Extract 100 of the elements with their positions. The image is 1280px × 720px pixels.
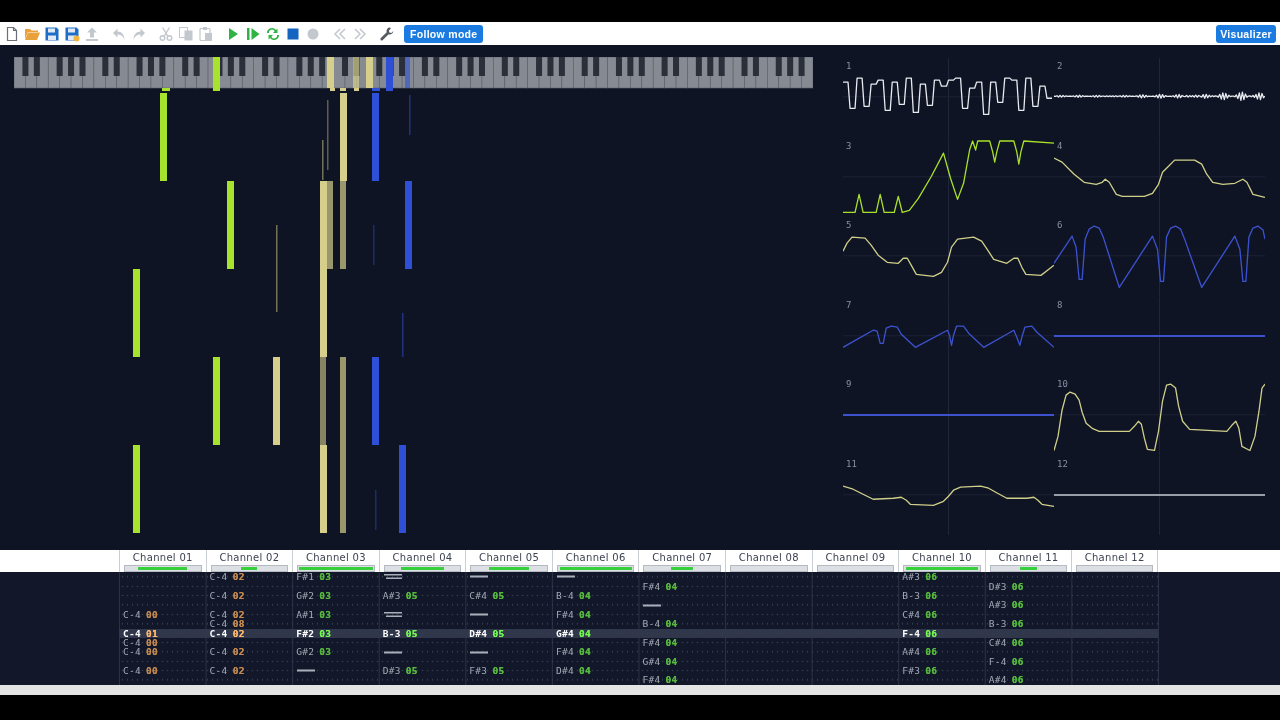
note-text: F-4 bbox=[988, 656, 1007, 667]
instrument-number: 03 bbox=[319, 590, 332, 601]
dash-icon bbox=[297, 668, 316, 674]
instrument-number: 05 bbox=[405, 590, 418, 601]
note-text: C-4 bbox=[209, 647, 228, 657]
dash-icon bbox=[470, 611, 489, 617]
instrument-number: 02 bbox=[232, 647, 245, 657]
note-text: G#4 bbox=[555, 628, 574, 638]
note-text: B-3 bbox=[988, 619, 1007, 629]
note-text: C-4 bbox=[123, 647, 142, 657]
instrument-number: 04 bbox=[665, 581, 678, 591]
note-text: F#4 bbox=[642, 581, 661, 591]
instrument-number: 04 bbox=[665, 619, 678, 629]
instrument-number: 03 bbox=[319, 628, 332, 638]
note-text: F#4 bbox=[642, 637, 661, 648]
note-text: F#2 bbox=[296, 628, 315, 638]
instrument-number: 05 bbox=[405, 666, 418, 676]
pattern-row[interactable]: C-4 00 C-4 02 G#2 03 F#4 04 A#4 06 bbox=[119, 647, 1158, 657]
note-text: B-4 bbox=[555, 590, 574, 601]
pattern-row[interactable]: F#4 04 D#3 06 bbox=[119, 581, 1158, 591]
note-text: A#4 bbox=[902, 647, 921, 657]
pattern-row[interactable]: C-4 00 C-4 02 D#3 05 F#3 05 D#4 04 F#3 06 bbox=[119, 666, 1158, 676]
instrument-number: 05 bbox=[492, 590, 505, 601]
scope-number: 6 bbox=[1057, 220, 1063, 230]
note-text: B-4 bbox=[642, 619, 661, 629]
scope-number: 11 bbox=[846, 458, 857, 469]
note-text: C-4 bbox=[209, 628, 228, 638]
instrument-number: 04 bbox=[578, 609, 591, 620]
instrument-number: 02 bbox=[232, 628, 245, 638]
instrument-number: 03 bbox=[319, 572, 332, 582]
instrument-number: 04 bbox=[665, 656, 678, 667]
note-text: D#3 bbox=[988, 581, 1007, 591]
pattern-row[interactable]: C-4 01 C-4 02 F#2 03 B-3 05 D#4 05 G#4 04 F-4 06 bbox=[119, 628, 1158, 638]
instrument-number: 06 bbox=[1011, 619, 1024, 629]
instrument-number: 06 bbox=[1011, 656, 1024, 667]
instrument-number: 06 bbox=[925, 590, 938, 601]
note-text: F#1 bbox=[296, 572, 315, 582]
pattern-row[interactable]: C-4 08 B-4 04 B-3 06 bbox=[119, 619, 1158, 629]
scope-number: 3 bbox=[846, 140, 852, 151]
dash-icon bbox=[470, 649, 489, 655]
double-dash-icon bbox=[383, 574, 402, 580]
instrument-number: 06 bbox=[1011, 581, 1024, 591]
note-text: F#4 bbox=[555, 647, 574, 657]
instrument-number: 02 bbox=[232, 572, 245, 582]
scope-number: 10 bbox=[1057, 379, 1068, 389]
pattern-row[interactable]: C-4 00 C-4 02 A#1 03 F#4 04 C#4 06 bbox=[119, 609, 1158, 620]
instrument-number: 00 bbox=[146, 666, 159, 676]
scope-number: 5 bbox=[846, 220, 852, 230]
note-text: G#2 bbox=[296, 647, 315, 657]
instrument-number: 08 bbox=[232, 619, 245, 629]
pattern-row[interactable]: C-4 00 F#4 04 C#4 06 bbox=[119, 637, 1158, 648]
note-text: C-4 bbox=[209, 666, 228, 676]
visualizer-button[interactable]: Visualizer bbox=[1216, 24, 1276, 43]
note-text: C-4 bbox=[209, 590, 228, 601]
note-text: G#4 bbox=[642, 656, 661, 667]
scope-number: 8 bbox=[1057, 299, 1063, 310]
note-text: C#4 bbox=[469, 590, 488, 601]
scope-number: 9 bbox=[846, 379, 852, 389]
instrument-number: 06 bbox=[1011, 637, 1024, 648]
horizontal-scrollbar[interactable] bbox=[0, 685, 1280, 695]
note-text: C-4 bbox=[123, 666, 142, 676]
note-text: D#3 bbox=[382, 666, 401, 676]
scope-number: 12 bbox=[1057, 458, 1068, 469]
pattern-row[interactable]: G#4 04 F-4 06 bbox=[119, 656, 1158, 667]
pattern-row[interactable]: A#3 06 bbox=[119, 600, 1158, 610]
instrument-number: 04 bbox=[665, 675, 678, 685]
instrument-number: 05 bbox=[492, 628, 505, 638]
instrument-number: 02 bbox=[232, 609, 245, 620]
instrument-number: 00 bbox=[146, 609, 159, 620]
note-text: C#4 bbox=[902, 609, 921, 620]
note-text: F#3 bbox=[469, 666, 488, 676]
scope-number: 7 bbox=[846, 299, 852, 310]
instrument-number: 04 bbox=[578, 647, 591, 657]
instrument-number: 04 bbox=[578, 590, 591, 601]
instrument-number: 05 bbox=[405, 628, 418, 638]
instrument-number: 06 bbox=[925, 609, 938, 620]
note-text: A#1 bbox=[296, 609, 315, 620]
follow-mode-button[interactable]: Follow mode bbox=[404, 24, 484, 43]
instrument-number: 06 bbox=[1011, 600, 1024, 610]
pattern-row[interactable]: F#4 04 A#4 06 bbox=[119, 675, 1158, 685]
instrument-number: 05 bbox=[492, 666, 505, 676]
note-text: C#4 bbox=[988, 637, 1007, 648]
instrument-number: 06 bbox=[925, 572, 938, 582]
instrument-number: 06 bbox=[925, 647, 938, 657]
instrument-number: 04 bbox=[578, 628, 591, 638]
note-text: C-4 bbox=[123, 609, 142, 620]
note-text: F#4 bbox=[642, 675, 661, 685]
note-text: C-4 bbox=[209, 619, 228, 629]
dash-icon bbox=[556, 574, 575, 580]
dash-icon bbox=[643, 602, 662, 608]
pattern-row[interactable]: C-4 02 G#2 03 A#3 05 C#4 05 B-4 04 B-3 06 bbox=[119, 590, 1158, 601]
instrument-number: 00 bbox=[146, 647, 159, 657]
note-text: G#2 bbox=[296, 590, 315, 601]
note-text: C-4 bbox=[209, 609, 228, 620]
note-text: A#3 bbox=[988, 600, 1007, 610]
pattern-row[interactable]: C-4 02 F#1 03 A#3 06 bbox=[119, 572, 1158, 582]
note-text: C-4 bbox=[123, 637, 142, 648]
instrument-number: 06 bbox=[925, 666, 938, 676]
dash-icon bbox=[470, 574, 489, 580]
instrument-number: 03 bbox=[319, 647, 332, 657]
